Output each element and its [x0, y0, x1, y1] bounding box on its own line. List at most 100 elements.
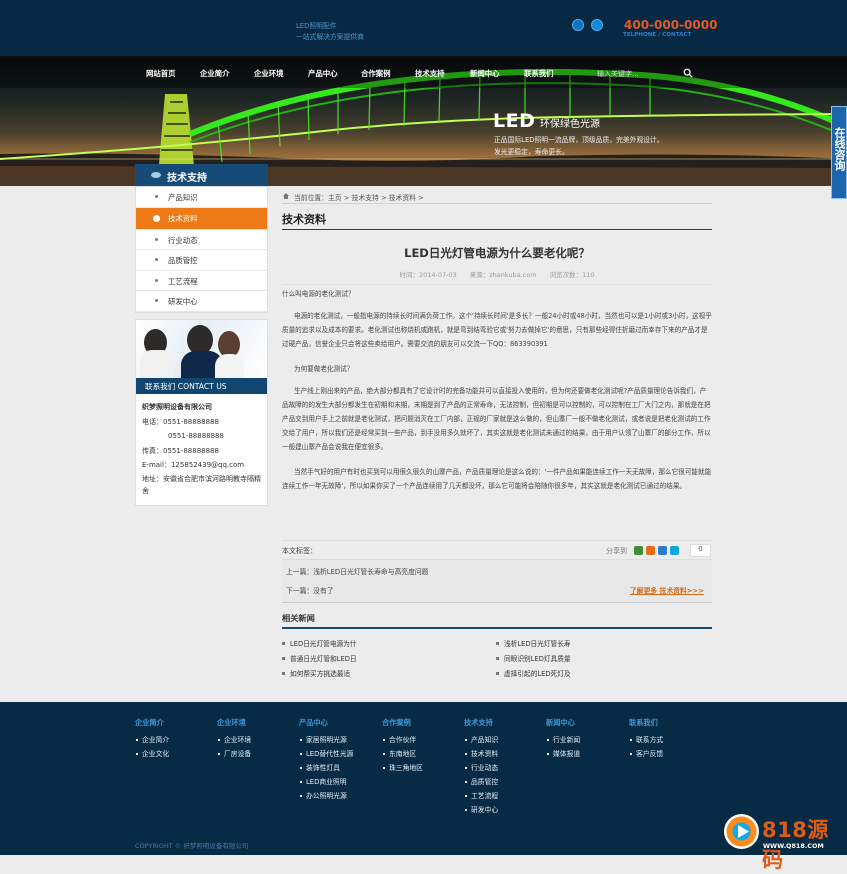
footer-link[interactable]: 行业新闻	[546, 733, 580, 747]
play-logo-icon	[724, 814, 759, 849]
nav-home[interactable]: 网站首页	[146, 68, 176, 79]
footer-link[interactable]: 珠三角地区	[382, 761, 423, 775]
related-news-item[interactable]: 普通日光灯管和LED日	[282, 653, 357, 663]
footer-link[interactable]: 办公照明光源	[299, 789, 353, 803]
footer-column-title[interactable]: 合作案例	[382, 718, 423, 728]
footer-column: 合作案例 合作伙伴 东南地区 珠三角地区	[382, 718, 423, 775]
nav-cases[interactable]: 合作案例	[361, 68, 391, 79]
footer-link[interactable]: 行业动态	[464, 761, 498, 775]
contact-details: 织梦照明设备有限公司 电话：0551-88888888 0551-8888888…	[136, 394, 267, 504]
related-news-item[interactable]: LED日光灯管电源为什	[282, 638, 357, 648]
article-question-1: 什么叫电源的老化测试？	[282, 290, 355, 298]
footer-link[interactable]: 合作伙伴	[382, 733, 423, 747]
email-label: E-mail：	[142, 461, 171, 470]
share-baidu-icon[interactable]	[658, 546, 667, 555]
weibo-icon[interactable]	[591, 19, 603, 31]
footer-column-title[interactable]: 技术支持	[464, 718, 498, 728]
footer-link[interactable]: LED替代性光源	[299, 747, 353, 761]
share-label: 分享到	[606, 547, 627, 555]
sidebar-item-industry-news[interactable]: 行业动态	[136, 230, 267, 250]
main-navigation: 网站首页 企业简介 企业环境 产品中心 合作案例 技术支持 新闻中心 联系我们	[0, 58, 847, 88]
sidebar-item-rd-center[interactable]: 研发中心	[136, 291, 267, 312]
footer-link[interactable]: 研发中心	[464, 803, 498, 817]
sidebar-item-label: 研发中心	[168, 297, 198, 306]
banner-tagline: 正品国际LED照明一流品牌，顶级品质，完美外观设计。 发光更稳定，寿命更长。	[494, 136, 664, 156]
footer-column-title[interactable]: 新闻中心	[546, 718, 580, 728]
footer-link[interactable]: 家居照明光源	[299, 733, 353, 747]
article-area: 当前位置：主页 > 技术支持 > 技术资料 > 技术资料 LED日光灯管电源为什…	[282, 186, 712, 678]
online-consult-button[interactable]: 在线咨询	[831, 106, 847, 199]
footer-column-title[interactable]: 企业环境	[217, 718, 251, 728]
related-news-item[interactable]: 浅析LED日光灯管长寿	[496, 638, 571, 648]
share-weibo-icon[interactable]	[646, 546, 655, 555]
footer-column: 产品中心 家居照明光源 LED替代性光源 装饰性灯具 LED商业照明 办公照明光…	[299, 718, 353, 803]
footer-link[interactable]: 企业环境	[217, 733, 251, 747]
sidebar-item-quality-control[interactable]: 品质管控	[136, 250, 267, 271]
email-address[interactable]: 125852439@qq.com	[171, 461, 244, 469]
sidebar-item-tech-data[interactable]: 技术资料	[136, 207, 267, 230]
footer-link[interactable]: 客户反馈	[629, 747, 663, 761]
fax-number: 0551-88888888	[163, 446, 219, 455]
footer-column-title[interactable]: 企业简介	[135, 718, 169, 728]
article-paragraph-2: 生产线上刚出来的产品，绝大部分都具有了它设计时的完备功能并可以直接投入使用的，但…	[282, 387, 711, 451]
footer-column: 企业简介 企业简介 企业文化	[135, 718, 169, 761]
footer-column-title[interactable]: 联系我们	[629, 718, 663, 728]
share-qzone-icon[interactable]	[634, 546, 643, 555]
footer-link[interactable]: 品质管控	[464, 775, 498, 789]
next-article-link[interactable]: 下一篇：没有了	[286, 585, 334, 595]
contact-bar: 联系我们 CONTACT US	[136, 378, 267, 394]
footer-column-title[interactable]: 产品中心	[299, 718, 353, 728]
sidebar-item-label: 品质管控	[168, 256, 198, 265]
nav-news[interactable]: 新闻中心	[470, 68, 500, 79]
article-title: LED日光灯管电源为什么要老化呢？	[404, 246, 590, 260]
footer-link[interactable]: 产品知识	[464, 733, 498, 747]
copyright-text: COPYRIGHT © 织梦照明设备有限公司	[135, 842, 249, 850]
footer-link[interactable]: 工艺流程	[464, 789, 498, 803]
nav-tech-support[interactable]: 技术支持	[415, 68, 445, 79]
site-header: LED照明配件 一站式解决方案提供商 400-000-0000 TELPHONE…	[0, 0, 847, 56]
tags-label: 本文标签：	[282, 547, 317, 555]
fax-label: 传真：	[142, 446, 163, 455]
previous-article-link[interactable]: 上一篇：浅析LED日光灯管长寿命与高亮度问题	[286, 566, 428, 576]
article-paragraph-3: 当然手气好的用户有时也买到可以用很久很久的山寨产品，产品质量理论是这么说的：'一…	[282, 468, 712, 490]
online-consult-label: 在线咨询	[833, 127, 846, 171]
address-label: 地址：	[142, 474, 163, 483]
hotline-label: TELPHONE / CONTACT	[623, 32, 692, 38]
hotline-number: 400-000-0000	[624, 18, 718, 32]
nav-contact[interactable]: 联系我们	[524, 68, 554, 79]
sidebar-item-product-knowledge[interactable]: 产品知识	[136, 187, 267, 208]
footer-link[interactable]: 媒体报道	[546, 747, 580, 761]
footer-link[interactable]: 联系方式	[629, 733, 663, 747]
related-news-title: 相关新闻	[282, 612, 712, 629]
watermark-url: WWW.Q818.COM	[763, 842, 824, 850]
banner-title: LED	[493, 110, 536, 132]
sidebar-item-process[interactable]: 工艺流程	[136, 271, 267, 291]
footer-link[interactable]: 企业简介	[135, 733, 169, 747]
footer-link[interactable]: 东南地区	[382, 747, 423, 761]
footer-link[interactable]: 技术资料	[464, 747, 498, 761]
email-line: E-mail：125852439@qq.com	[142, 458, 261, 473]
breadcrumb[interactable]: 当前位置：主页 > 技术支持 > 技术资料 >	[282, 186, 712, 204]
footer-link[interactable]: 厂房设备	[217, 747, 251, 761]
person-icon	[140, 350, 174, 378]
footer-link[interactable]: 装饰性灯具	[299, 761, 353, 775]
more-tech-data-link[interactable]: 了解更多 技术资料>>>	[630, 585, 704, 595]
footer-column: 联系我们 联系方式 客户反馈	[629, 718, 663, 761]
related-news-item[interactable]: 同眼识别LED灯具质量	[496, 653, 571, 663]
footer-link[interactable]: 企业文化	[135, 747, 169, 761]
sidebar-item-label: 行业动态	[168, 235, 198, 245]
nav-products[interactable]: 产品中心	[308, 68, 338, 79]
share-qq-icon[interactable]	[670, 546, 679, 555]
nav-company-environment[interactable]: 企业环境	[254, 68, 284, 79]
nav-company-intro[interactable]: 企业简介	[200, 68, 230, 79]
header-slogan: LED照明配件 一站式解决方案提供商	[296, 21, 364, 43]
phone-line-1: 电话：0551-88888888	[142, 415, 261, 430]
related-news-item[interactable]: 如何帮买方挑选最适	[282, 668, 350, 678]
qq-icon[interactable]	[572, 19, 584, 31]
footer-column: 新闻中心 行业新闻 媒体报道	[546, 718, 580, 761]
search-icon[interactable]	[683, 68, 693, 78]
footer-link[interactable]: LED商业照明	[299, 775, 353, 789]
slogan-line-1: LED照明配件	[296, 22, 337, 30]
phone-label: 电话：	[142, 417, 163, 426]
related-news-item[interactable]: 虚择引起的LED死灯及	[496, 668, 571, 678]
